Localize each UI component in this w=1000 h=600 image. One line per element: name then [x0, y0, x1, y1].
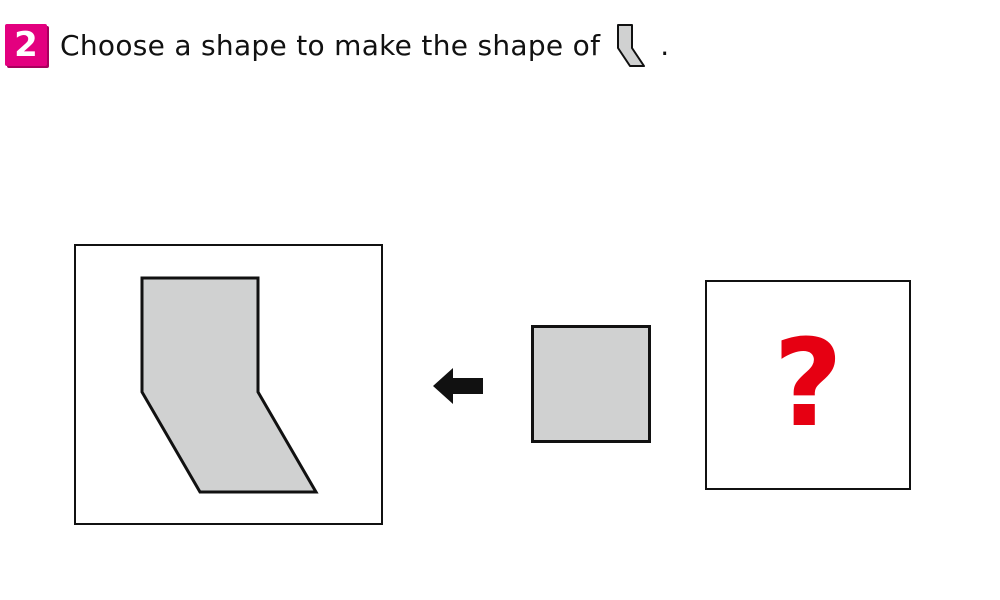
- question-header: 2 Choose a shape to make the shape of .: [5, 22, 669, 68]
- inline-target-shape-icon: [617, 24, 646, 67]
- arrow-left-icon: [433, 368, 483, 404]
- answer-box[interactable]: ?: [705, 280, 911, 490]
- question-period: .: [660, 28, 670, 62]
- square-shape-piece[interactable]: [531, 325, 651, 443]
- target-bent-shape: [140, 276, 319, 494]
- question-mark-placeholder: ?: [773, 315, 843, 454]
- question-text: Choose a shape to make the shape of: [60, 28, 601, 62]
- question-number-badge: 2: [5, 24, 47, 66]
- target-shape-panel: [74, 244, 383, 525]
